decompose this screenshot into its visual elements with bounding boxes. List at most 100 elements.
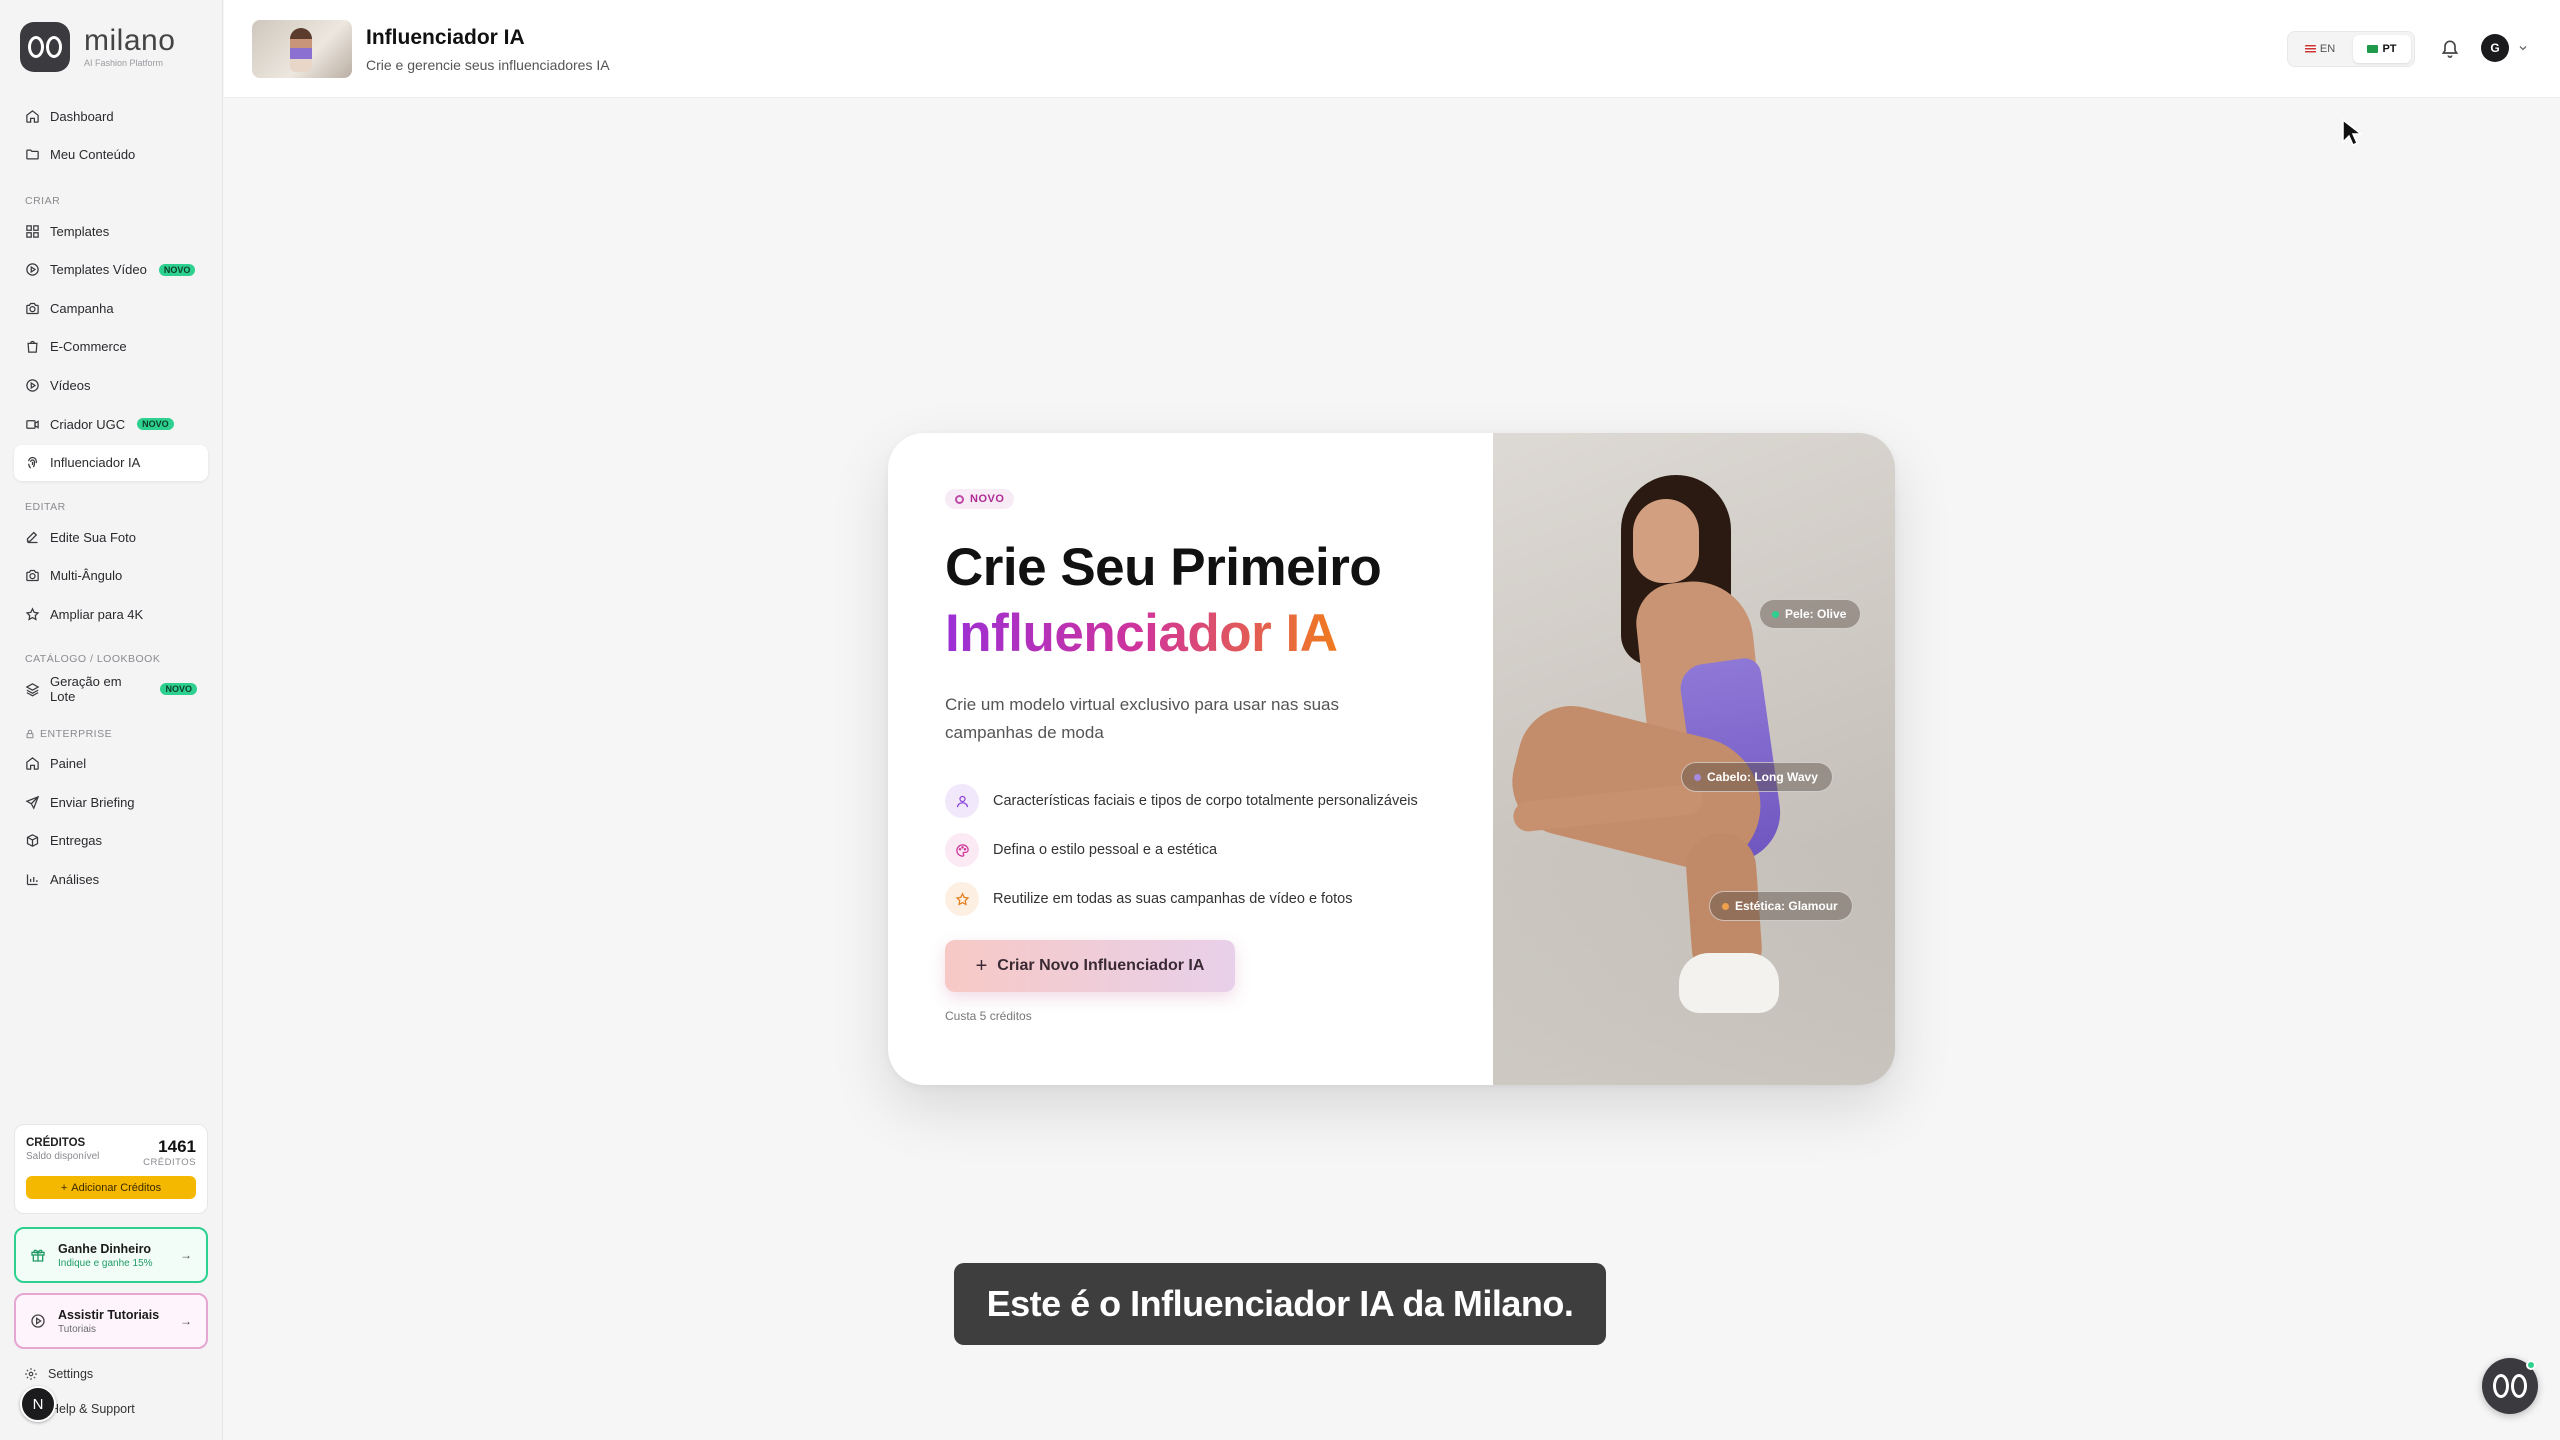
create-influencer-card: NOVO Crie Seu Primeiro Influenciador IA … xyxy=(888,433,1895,1085)
tutorials-card[interactable]: Assistir Tutoriais Tutoriais → xyxy=(14,1293,208,1349)
sidebar-item-label: Dashboard xyxy=(50,108,114,124)
star-icon xyxy=(945,882,979,916)
chat-assistant-button[interactable] xyxy=(2482,1358,2538,1414)
chevron-down-icon[interactable] xyxy=(2517,42,2529,54)
section-title-catalogo: CATÁLOGO / LOOKBOOK xyxy=(25,653,161,666)
earn-money-card[interactable]: Ganhe Dinheiro Indique e ganhe 15% → xyxy=(14,1227,208,1283)
sidebar-item-videos[interactable]: Vídeos xyxy=(14,368,208,404)
language-switcher: EN PT xyxy=(2287,31,2415,67)
tag-dot xyxy=(1694,773,1701,781)
sidebar-item-label: Campanha xyxy=(50,300,114,316)
tutorials-title: Assistir Tutoriais xyxy=(58,1307,160,1322)
gift-icon xyxy=(31,1249,45,1262)
package-icon xyxy=(26,834,39,848)
send-icon xyxy=(25,795,40,810)
sidebar-item-entregas[interactable]: Entregas xyxy=(14,823,208,859)
topbar: Influenciador IA Crie e gerencie seus in… xyxy=(224,0,2560,98)
feature-text: Reutilize em todas as suas campanhas de … xyxy=(993,891,1353,907)
sidebar-item-label: Criador UGC xyxy=(50,416,126,432)
arrow-right-icon: → xyxy=(180,1314,192,1328)
sidebar-item-painel[interactable]: Painel xyxy=(14,746,208,782)
cta-label: Criar Novo Influenciador IA xyxy=(997,957,1205,974)
brazil-flag-icon xyxy=(2367,45,2379,53)
lang-en-button[interactable]: EN xyxy=(2291,35,2349,63)
sidebar-item-criador-ugc[interactable]: Criador UGC NOVO xyxy=(14,406,208,442)
feature-text: Defina o estilo pessoal e a estética xyxy=(993,842,1218,858)
section-title-editar: EDITAR xyxy=(25,501,66,514)
brand-tagline: AI Fashion Platform xyxy=(84,58,164,68)
feature-item: Características faciais e tipos de corpo… xyxy=(945,783,1436,819)
earn-money-subtitle: Indique e ganhe 15% xyxy=(58,1257,153,1269)
credits-title: CRÉDITOS xyxy=(26,1137,86,1149)
lang-en-label: EN xyxy=(2319,43,2336,55)
us-flag-icon xyxy=(2304,45,2316,53)
cost-note: Custa 5 créditos xyxy=(945,1009,1032,1023)
new-pill-label: NOVO xyxy=(970,493,1005,505)
sidebar-item-label: Meu Conteúdo xyxy=(50,147,136,163)
headline-line1: Crie Seu Primeiro xyxy=(945,538,1382,597)
lang-pt-button[interactable]: PT xyxy=(2353,35,2411,63)
feature-item: Reutilize em todas as suas campanhas de … xyxy=(945,881,1436,917)
play-circle-icon xyxy=(26,263,39,277)
sidebar-item-edite-sua-foto[interactable]: Edite Sua Foto xyxy=(14,519,208,555)
page-subtitle: Crie e gerencie seus influenciadores IA xyxy=(366,57,610,73)
new-badge: NOVO xyxy=(137,418,174,431)
sidebar-item-label: Templates xyxy=(50,223,110,239)
add-credits-label: Adicionar Créditos xyxy=(71,1181,162,1194)
bar-chart-icon xyxy=(26,874,38,886)
sidebar-item-geracao-em-lote[interactable]: Geração em Lote NOVO xyxy=(14,671,208,707)
sidebar-item-multi-angulo[interactable]: Multi-Ângulo xyxy=(14,558,208,594)
gear-icon xyxy=(25,1368,37,1380)
settings-link[interactable]: Settings xyxy=(24,1367,93,1381)
sidebar-item-templates[interactable]: Templates xyxy=(14,213,208,249)
edit-icon xyxy=(26,531,38,543)
feature-item: Defina o estilo pessoal e a estética xyxy=(945,832,1436,868)
influencer-photo: Pele: Olive Cabelo: Long Wavy Estética: … xyxy=(1493,433,1895,1085)
video-caption: Este é o Influenciador IA da Milano. xyxy=(954,1263,1606,1345)
sidebar-item-label: E-Commerce xyxy=(50,339,127,355)
sidebar-item-label: Análises xyxy=(50,872,100,887)
aesthetic-tag: Estética: Glamour xyxy=(1709,891,1853,921)
add-credits-button[interactable]: + Adicionar Créditos xyxy=(26,1176,196,1199)
settings-label: Settings xyxy=(48,1367,94,1381)
online-indicator xyxy=(2526,1360,2536,1370)
sidebar-item-analises[interactable]: Análises xyxy=(14,862,208,898)
sidebar-item-ampliar-4k[interactable]: Ampliar para 4K xyxy=(14,597,208,633)
user-avatar[interactable]: N xyxy=(20,1386,56,1422)
sidebar-item-influenciador-ia[interactable]: Influenciador IA xyxy=(14,444,208,481)
sidebar-item-enviar-briefing[interactable]: Enviar Briefing xyxy=(14,784,208,820)
section-title-criar: CRIAR xyxy=(25,195,61,208)
sidebar-item-label: Painel xyxy=(50,756,87,772)
credits-subtitle: Saldo disponível xyxy=(26,1151,100,1162)
sidebar-item-label: Enviar Briefing xyxy=(50,794,135,810)
sidebar-nav: Dashboard Meu Conteúdo CRIAR Templates T… xyxy=(0,98,222,898)
sidebar-item-e-commerce[interactable]: E-Commerce xyxy=(14,329,208,365)
hair-tag: Cabelo: Long Wavy xyxy=(1681,762,1833,792)
section-title-enterprise-label: ENTERPRISE xyxy=(40,727,113,740)
help-link[interactable]: Help & Support xyxy=(50,1402,135,1416)
headline-line2: Influenciador IA xyxy=(945,604,1338,663)
sidebar-item-label: Vídeos xyxy=(50,378,91,394)
arrow-right-icon: → xyxy=(180,1248,192,1262)
earn-money-title: Ganhe Dinheiro xyxy=(58,1241,152,1256)
sidebar-item-label: Edite Sua Foto xyxy=(50,529,136,545)
page-title: Influenciador IA xyxy=(366,26,525,49)
sidebar-item-meu-conteudo[interactable]: Meu Conteúdo xyxy=(14,137,208,173)
sidebar-item-campanha[interactable]: Campanha xyxy=(14,290,208,326)
card-content: NOVO Crie Seu Primeiro Influenciador IA … xyxy=(888,433,1493,1085)
sidebar-item-dashboard[interactable]: Dashboard xyxy=(14,98,208,134)
brand[interactable]: milano AI Fashion Platform xyxy=(0,0,222,94)
plus-icon: + xyxy=(60,1181,68,1194)
sparkle-icon xyxy=(955,494,964,504)
bell-icon[interactable] xyxy=(2440,38,2460,58)
account-avatar[interactable]: G xyxy=(2481,34,2509,62)
sidebar-item-label: Entregas xyxy=(50,833,103,849)
star-icon xyxy=(25,607,40,621)
create-influencer-button[interactable]: + Criar Novo Influenciador IA xyxy=(945,940,1235,992)
credits-unit: CRÉDITOS xyxy=(143,1157,196,1168)
sidebar-item-templates-video[interactable]: Templates Vídeo NOVO xyxy=(14,252,208,288)
sidebar-item-label: Multi-Ângulo xyxy=(50,568,123,584)
milano-logo-icon xyxy=(20,22,70,72)
hero-description: Crie um modelo virtual exclusivo para us… xyxy=(945,695,1340,742)
sidebar: milano AI Fashion Platform Dashboard Meu… xyxy=(0,0,223,1440)
